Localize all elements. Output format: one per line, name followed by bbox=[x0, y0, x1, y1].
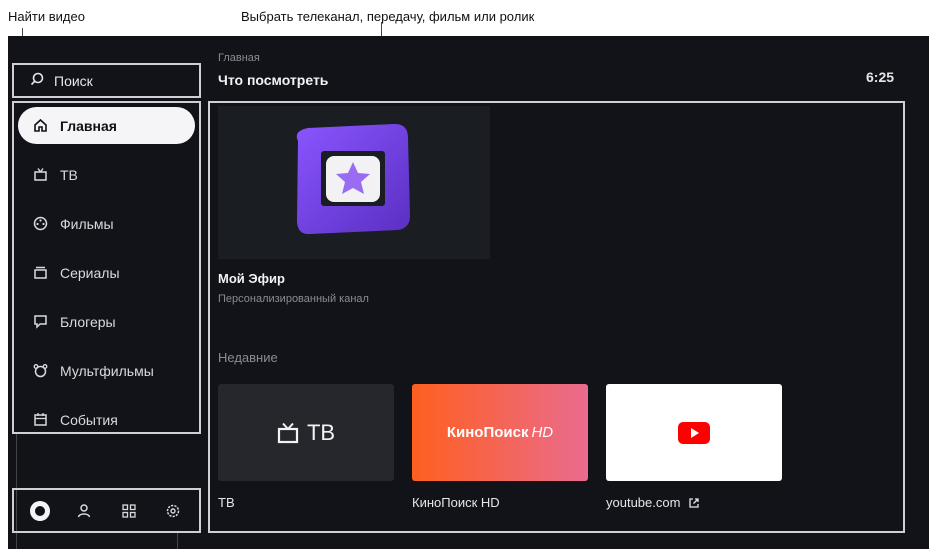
hero-card-my-efir[interactable] bbox=[218, 106, 490, 259]
caption-text: КиноПоиск HD bbox=[412, 495, 500, 510]
caption-text: ТВ bbox=[218, 495, 235, 510]
sidebar-item-events[interactable]: События bbox=[18, 401, 195, 438]
tile-art-text: ТВ bbox=[306, 419, 336, 445]
my-efir-logo-icon bbox=[296, 123, 410, 235]
recent-caption-tv: ТВ bbox=[218, 495, 235, 510]
search-button[interactable]: Поиск bbox=[12, 63, 201, 98]
hero-title: Мой Эфир bbox=[218, 271, 285, 286]
sidebar-item-label: Блогеры bbox=[60, 313, 116, 330]
kinopoisk-logo-text: КиноПоиск bbox=[446, 424, 529, 441]
recent-tile-youtube[interactable] bbox=[606, 384, 782, 481]
recent-tile-kinopoisk[interactable]: КиноПоиск HD bbox=[412, 384, 588, 481]
chat-bubble-icon bbox=[32, 314, 48, 330]
clock: 6:25 bbox=[866, 69, 895, 85]
stack-icon bbox=[32, 265, 48, 281]
search-label: Поиск bbox=[54, 72, 93, 89]
profile-icon[interactable] bbox=[73, 500, 95, 522]
sidebar-item-label: Фильмы bbox=[60, 215, 114, 232]
settings-gear-icon[interactable] bbox=[162, 500, 184, 522]
sidebar-item-label: ТВ bbox=[60, 166, 78, 183]
annotation-find-video: Найти видео bbox=[8, 9, 85, 24]
annotation-line-settings bbox=[177, 533, 178, 549]
home-icon bbox=[32, 118, 48, 134]
youtube-play-icon bbox=[678, 421, 710, 444]
sidebar-item-bloggers[interactable]: Блогеры bbox=[18, 303, 195, 340]
sidebar-item-label: Мультфильмы bbox=[60, 362, 154, 379]
annotation-choose-channel: Выбрать телеканал, передачу, фильм или р… bbox=[241, 9, 535, 24]
cartoon-face-icon bbox=[32, 363, 48, 379]
sidebar-item-tv[interactable]: ТВ bbox=[18, 156, 195, 193]
recent-tile-tv[interactable]: ТВ bbox=[218, 384, 394, 481]
calendar-icon bbox=[32, 412, 48, 428]
tv-icon bbox=[32, 167, 48, 183]
sidebar-item-home[interactable]: Главная bbox=[18, 107, 195, 144]
recent-caption-youtube: youtube.com bbox=[606, 495, 700, 510]
page-title: Что посмотреть bbox=[218, 72, 329, 88]
sidebar-item-label: Сериалы bbox=[60, 264, 120, 281]
kinopoisk-hd-badge: HD bbox=[531, 424, 554, 441]
bottom-bar bbox=[12, 488, 201, 533]
hero-subtitle: Персонализированный канал bbox=[218, 293, 369, 305]
recent-caption-kinopoisk: КиноПоиск HD bbox=[412, 495, 500, 510]
sidebar-item-series[interactable]: Сериалы bbox=[18, 254, 195, 291]
recent-heading: Недавние bbox=[218, 350, 278, 365]
sidebar-item-films[interactable]: Фильмы bbox=[18, 205, 195, 242]
alice-icon[interactable] bbox=[29, 500, 51, 522]
search-icon bbox=[30, 72, 44, 89]
tv-icon bbox=[277, 422, 299, 443]
external-link-icon bbox=[689, 497, 700, 508]
sidebar-item-label: События bbox=[60, 411, 118, 428]
sidebar-menu: Главная ТВ Фильмы Сериалы Блогеры Мультф… bbox=[12, 101, 201, 434]
apps-grid-icon[interactable] bbox=[118, 500, 140, 522]
sidebar-item-label: Главная bbox=[60, 117, 117, 134]
film-reel-icon bbox=[32, 216, 48, 232]
caption-text: youtube.com bbox=[606, 495, 681, 510]
sidebar-item-cartoons[interactable]: Мультфильмы bbox=[18, 352, 195, 389]
breadcrumb: Главная bbox=[218, 52, 260, 64]
